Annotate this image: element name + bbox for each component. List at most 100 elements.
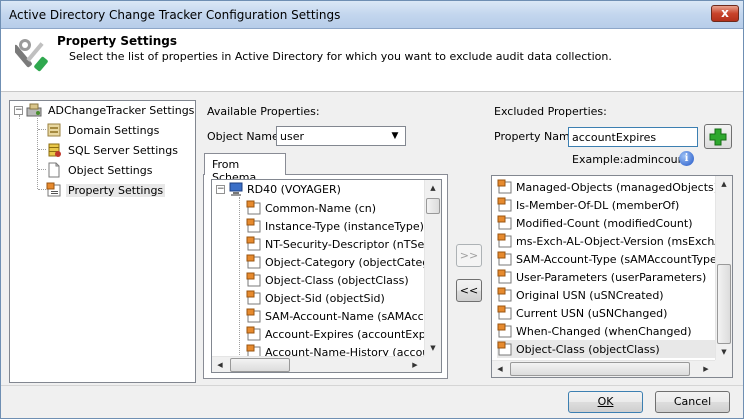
schema-horizontal-scrollbar[interactable]: ◀ ▶ (212, 356, 424, 372)
list-item[interactable]: Object-Sid (objectSid) (246, 289, 385, 307)
list-item-selected[interactable]: Object-Class (objectClass) (497, 340, 715, 358)
header-description: Select the list of properties in Active … (69, 50, 612, 63)
cancel-button[interactable]: Cancel (655, 391, 730, 413)
list-item[interactable]: Is-Member-Of-DL (memberOf) (497, 196, 679, 214)
tree-root-label: ADChangeTracker Settings (48, 103, 195, 117)
ok-button[interactable]: OK (568, 391, 643, 413)
property-icon (497, 251, 512, 266)
window-title: Active Directory Change Tracker Configur… (9, 8, 341, 22)
scroll-thumb[interactable] (510, 362, 690, 376)
list-item[interactable]: SAM-Account-Name (sAMAccou (246, 307, 437, 325)
list-item-label: SAM-Account-Name (sAMAccou (265, 309, 438, 323)
wrench-screwdriver-icon (15, 39, 48, 72)
list-item[interactable]: User-Parameters (userParameters) (497, 268, 706, 286)
property-icon (497, 341, 512, 356)
collapse-expander[interactable]: − (216, 184, 225, 194)
schema-root-label: RD40 (VOYAGER) (247, 182, 341, 196)
list-item-label: Managed-Objects (managedObjects) (516, 180, 719, 194)
scroll-right-icon[interactable]: ▶ (698, 361, 714, 377)
add-arrows-label: >> (459, 249, 479, 262)
object-name-value: user (280, 130, 304, 143)
property-icon (246, 326, 261, 341)
excluded-vertical-scrollbar[interactable]: ▲ ▼ (715, 176, 732, 360)
tree-item-label: Object Settings (68, 163, 153, 177)
tree-root[interactable]: − ADChangeTracker Settings (14, 101, 196, 119)
add-to-excluded-button[interactable]: >> (456, 244, 482, 267)
excluded-horizontal-scrollbar[interactable]: ◀ ▶ (492, 360, 715, 377)
list-item-label: Modified-Count (modifiedCount) (516, 216, 693, 230)
list-item-label: Object-Class (objectClass) (265, 273, 409, 287)
list-item-label: Object-Category (objectCategory (265, 255, 442, 269)
list-item[interactable]: Object-Category (objectCategory (246, 253, 442, 271)
property-icon (246, 254, 261, 269)
remove-from-excluded-button[interactable]: << (456, 279, 482, 302)
tree-item-label: Domain Settings (68, 123, 160, 137)
list-item-label: ms-Exch-AL-Object-Version (msExchALObj (516, 234, 733, 248)
chevron-down-icon[interactable]: ▼ (387, 128, 403, 144)
list-item-label: Object-Class (objectClass) (516, 342, 660, 356)
list-item-label: Current USN (uSNChanged) (516, 306, 668, 320)
list-item[interactable]: Current USN (uSNChanged) (497, 304, 667, 322)
scroll-thumb[interactable] (230, 358, 290, 372)
property-icon (246, 236, 261, 251)
list-item[interactable]: When-Changed (whenChanged) (497, 322, 692, 340)
settings-tree[interactable]: − ADChangeTracker Settings Domain Settin… (9, 100, 196, 383)
add-property-button[interactable]: + (704, 124, 732, 149)
list-item[interactable]: NT-Security-Descriptor (nTSecur (246, 235, 441, 253)
scroll-right-icon[interactable]: ▶ (407, 357, 423, 372)
scroll-down-icon[interactable]: ▼ (716, 344, 732, 360)
property-name-input[interactable]: accountExpires (568, 127, 698, 147)
scroll-corner (715, 360, 732, 377)
scroll-up-icon[interactable]: ▲ (425, 180, 441, 196)
object-name-select[interactable]: user ▼ (276, 126, 406, 146)
list-item[interactable]: ms-Exch-AL-Object-Version (msExchALObj (497, 232, 733, 250)
plus-icon (709, 128, 727, 146)
tab-from-schema[interactable]: From Schema (204, 153, 286, 184)
schema-vertical-scrollbar[interactable]: ▲ ▼ (424, 180, 441, 356)
list-item[interactable]: Modified-Count (modifiedCount) (497, 214, 692, 232)
tree-item-sql-server-settings[interactable]: SQL Server Settings (46, 141, 180, 159)
tree-line (38, 149, 46, 150)
tree-item-domain-settings[interactable]: Domain Settings (46, 121, 161, 139)
close-icon: x (721, 6, 729, 20)
property-icon (246, 290, 261, 305)
scroll-thumb[interactable] (717, 264, 731, 344)
list-item[interactable]: Instance-Type (instanceType) (246, 217, 424, 235)
excluded-properties-list[interactable]: Managed-Objects (managedObjects) Is-Memb… (491, 175, 733, 378)
scroll-up-icon[interactable]: ▲ (716, 176, 732, 192)
collapse-expander[interactable]: − (14, 105, 23, 115)
scroll-thumb[interactable] (426, 198, 440, 214)
list-item-label: SAM-Account-Type (sAMAccountType) (516, 252, 722, 266)
property-icon (246, 200, 261, 215)
list-item[interactable]: Common-Name (cn) (246, 199, 376, 217)
close-button[interactable]: x (711, 5, 739, 22)
schema-properties-tree[interactable]: − RD40 (VOYAGER) Common-Name (cn) Instan… (211, 179, 442, 373)
tree-line (38, 189, 46, 190)
info-icon[interactable]: i (679, 151, 694, 166)
example-text: Example:admincount (572, 153, 689, 166)
list-item[interactable]: Object-Class (objectClass) (246, 271, 409, 289)
property-icon (497, 287, 512, 302)
tree-item-object-settings[interactable]: Object Settings (46, 161, 154, 179)
tree-item-property-settings[interactable]: Property Settings (46, 181, 166, 199)
header-title: Property Settings (57, 34, 177, 48)
list-item-label: Account-Expires (accountExpires (265, 327, 442, 341)
list-item[interactable]: Original USN (uSNCreated) (497, 286, 664, 304)
list-item[interactable]: SAM-Account-Type (sAMAccountType) (497, 250, 721, 268)
list-item[interactable]: Account-Expires (accountExpires (246, 325, 442, 343)
schema-root[interactable]: − RD40 (VOYAGER) (216, 180, 341, 198)
tree-line (239, 197, 240, 357)
title-bar[interactable]: Active Directory Change Tracker Configur… (1, 1, 743, 29)
scroll-left-icon[interactable]: ◀ (492, 361, 508, 377)
property-icon (246, 272, 261, 287)
property-icon (246, 218, 261, 233)
scroll-down-icon[interactable]: ▼ (425, 340, 441, 356)
scroll-left-icon[interactable]: ◀ (212, 357, 228, 372)
tree-item-label: Property Settings (66, 183, 166, 197)
list-item[interactable]: Managed-Objects (managedObjects) (497, 178, 718, 196)
property-icon (46, 182, 61, 197)
list-item-label: Object-Sid (objectSid) (265, 291, 385, 305)
tree-line (38, 169, 46, 170)
list-item-label: When-Changed (whenChanged) (516, 324, 692, 338)
property-icon (246, 308, 261, 323)
